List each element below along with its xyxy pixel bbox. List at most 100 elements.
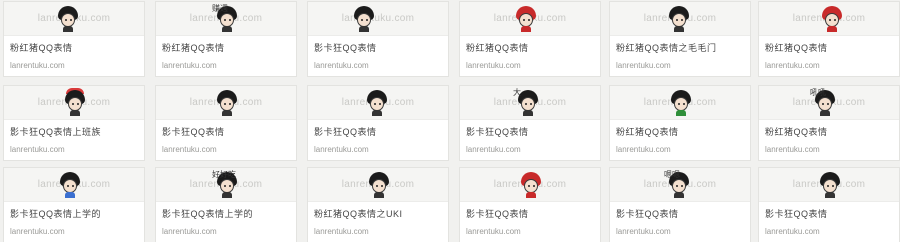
icon-part (374, 192, 384, 198)
card-title[interactable]: 影卡狂QQ表情 (765, 207, 895, 220)
emoticon-card[interactable]: lanrentuku.com 影卡狂QQ表情上学的 lanrentuku.com (3, 167, 145, 242)
icon-part (521, 26, 531, 32)
emoticon-card[interactable]: lanrentuku.com 粉红猪QQ表情 lanrentuku.com (609, 85, 751, 161)
card-thumbnail[interactable]: lanrentuku.com (460, 168, 600, 202)
card-thumbnail[interactable]: lanrentuku.com (4, 168, 144, 202)
card-thumbnail[interactable]: lanrentuku.com (308, 86, 448, 120)
card-thumbnail[interactable]: lanrentuku.com (610, 86, 750, 120)
icon-part (676, 19, 678, 21)
emoticon-card[interactable]: lanrentuku.com大影卡狂QQ表情 lanrentuku.com (459, 85, 601, 161)
card-title[interactable]: 粉红猪QQ表情 (162, 41, 292, 54)
icon-part (229, 185, 231, 187)
sticker-caption: 吼吼 (810, 88, 826, 97)
icon-part (220, 179, 234, 193)
card-source: lanrentuku.com (314, 227, 369, 236)
emoticon-card[interactable]: lanrentuku.com赚週粉红猪QQ表情 lanrentuku.com (155, 1, 297, 77)
icon-part (372, 179, 386, 193)
emoticon-card[interactable]: lanrentuku.com嗯嗯影卡狂QQ表情 lanrentuku.com (609, 167, 751, 242)
emoticon-grid: lanrentuku.com粉红猪QQ表情lanrentuku.comlanre… (0, 0, 900, 242)
card-thumbnail[interactable]: lanrentuku.com (759, 2, 899, 36)
card-title[interactable]: 粉红猪QQ表情 (616, 125, 746, 138)
icon-part (530, 103, 532, 105)
icon-part (63, 179, 77, 193)
card-title[interactable]: 影卡狂QQ表情 (466, 207, 596, 220)
cartoon-girl-icon (59, 172, 81, 198)
icon-part (61, 13, 75, 27)
icon-part (834, 19, 836, 21)
card-source: lanrentuku.com (10, 145, 65, 154)
icon-part (72, 103, 74, 105)
icon-part (224, 103, 226, 105)
icon-part (65, 192, 75, 198)
icon-part (357, 13, 371, 27)
cartoon-girl-icon (57, 6, 79, 32)
card-source: lanrentuku.com (466, 61, 521, 70)
emoticon-card[interactable]: lanrentuku.com 粉红猪QQ表情之毛毛门 lanrentuku.com (609, 1, 751, 77)
card-thumbnail[interactable]: lanrentuku.com (308, 168, 448, 202)
cartoon-girl-icon (821, 6, 843, 32)
card-title[interactable]: 影卡狂QQ表情上学的 (162, 207, 292, 220)
card-title[interactable]: 粉红猪QQ表情 (10, 41, 140, 54)
card-source: lanrentuku.com (616, 145, 671, 154)
icon-part (528, 185, 530, 187)
icon-part (827, 26, 837, 32)
emoticon-card[interactable]: lanrentuku.com 粉红猪QQ表情 lanrentuku.com (758, 1, 900, 77)
icon-part (65, 19, 67, 21)
emoticon-card[interactable]: lanrentuku.com吼吼粉红猪QQ表情 lanrentuku.com (758, 85, 900, 161)
icon-part (524, 179, 538, 193)
card-thumbnail[interactable]: lanrentuku.com (610, 2, 750, 36)
emoticon-card[interactable]: lanrentuku.com 影卡狂QQ表情上班族 lanrentuku.com (3, 85, 145, 161)
card-thumbnail[interactable]: lanrentuku.com (156, 86, 296, 120)
sticker-caption: 大 (513, 88, 521, 97)
card-title[interactable]: 影卡狂QQ表情 (162, 125, 292, 138)
card-thumbnail[interactable]: lanrentuku.com嗯嗯 (610, 168, 750, 202)
sticker-caption: 赚週 (212, 4, 228, 13)
icon-part (674, 97, 688, 111)
cartoon-girl-icon (520, 172, 542, 198)
icon-part (674, 26, 684, 32)
card-thumbnail[interactable]: lanrentuku.com (308, 2, 448, 36)
sticker-caption: 嗯嗯 (664, 170, 680, 179)
card-thumbnail[interactable]: lanrentuku.com (759, 168, 899, 202)
emoticon-card[interactable]: lanrentuku.com好好吃影卡狂QQ表情上学的lanrentuku.co… (155, 167, 297, 242)
card-title[interactable]: 粉红猪QQ表情之毛毛门 (616, 41, 746, 54)
emoticon-card[interactable]: lanrentuku.com 粉红猪QQ表情 lanrentuku.com (459, 1, 601, 77)
card-title[interactable]: 影卡狂QQ表情上学的 (10, 207, 140, 220)
emoticon-card[interactable]: lanrentuku.com 粉红猪QQ表情 lanrentuku.com (3, 1, 145, 77)
card-source: lanrentuku.com (10, 227, 65, 236)
card-thumbnail[interactable]: lanrentuku.com好好吃 (156, 168, 296, 202)
icon-part (674, 192, 684, 198)
icon-part (672, 13, 686, 27)
card-thumbnail[interactable]: lanrentuku.com大 (460, 86, 600, 120)
card-title[interactable]: 影卡狂QQ表情 (314, 41, 444, 54)
emoticon-card[interactable]: lanrentuku.com 影卡狂QQ表情 lanrentuku.com (155, 85, 297, 161)
emoticon-card[interactable]: lanrentuku.com 粉红猪QQ表情之UKI lanrentuku.com (307, 167, 449, 242)
card-source: lanrentuku.com (466, 227, 521, 236)
card-thumbnail[interactable]: lanrentuku.com (4, 86, 144, 120)
emoticon-card[interactable]: lanrentuku.com 影卡狂QQ表情 lanrentuku.com (307, 85, 449, 161)
card-thumbnail[interactable]: lanrentuku.com (4, 2, 144, 36)
emoticon-card[interactable]: lanrentuku.com 影卡狂QQ表情 lanrentuku.com (307, 1, 449, 77)
icon-part (366, 19, 368, 21)
card-source: lanrentuku.com (765, 145, 820, 154)
cartoon-girl-icon (819, 172, 841, 198)
card-title[interactable]: 影卡狂QQ表情 (314, 125, 444, 138)
card-title[interactable]: 粉红猪QQ表情 (765, 125, 895, 138)
card-thumbnail[interactable]: lanrentuku.com赚週 (156, 2, 296, 36)
icon-part (528, 19, 530, 21)
icon-part (523, 19, 525, 21)
card-title[interactable]: 影卡狂QQ表情上班族 (10, 125, 140, 138)
sticker-caption: 好好吃 (212, 170, 236, 179)
card-thumbnail[interactable]: lanrentuku.com吼吼 (759, 86, 899, 120)
card-title[interactable]: 粉红猪QQ表情 (765, 41, 895, 54)
icon-part (229, 19, 231, 21)
emoticon-card[interactable]: lanrentuku.com 影卡狂QQ表情 lanrentuku.com (758, 167, 900, 242)
card-source: lanrentuku.com (10, 61, 65, 70)
card-thumbnail[interactable]: lanrentuku.com (460, 2, 600, 36)
card-title[interactable]: 粉红猪QQ表情之UKI (314, 207, 444, 220)
emoticon-card[interactable]: lanrentuku.com 影卡狂QQ表情 lanrentuku.com (459, 167, 601, 242)
card-title[interactable]: 影卡狂QQ表情 (466, 125, 596, 138)
card-title[interactable]: 粉红猪QQ表情 (466, 41, 596, 54)
card-title[interactable]: 影卡狂QQ表情 (616, 207, 746, 220)
icon-part (222, 26, 232, 32)
